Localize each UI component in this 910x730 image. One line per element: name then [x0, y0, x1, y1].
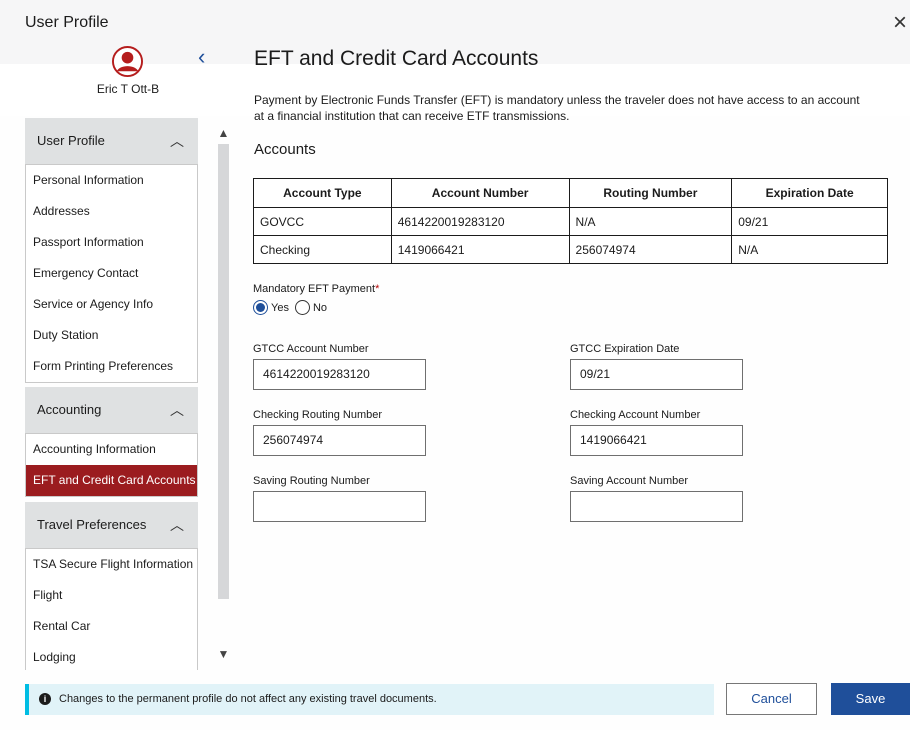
column-header-routing-number: Routing Number — [568, 178, 733, 208]
travel-preferences-list: TSA Secure Flight Information Flight Ren… — [25, 548, 198, 670]
checking-routing-input[interactable]: 256074974 — [253, 425, 426, 456]
sidebar: User Profile ︿ Personal Information Addr… — [25, 118, 198, 670]
saving-account-input[interactable] — [570, 491, 743, 522]
sidebar-item-duty-station[interactable]: Duty Station — [26, 320, 197, 351]
column-header-account-type: Account Type — [253, 178, 392, 208]
scroll-up-icon[interactable]: ▲ — [217, 126, 230, 140]
sidebar-item-service-agency-info[interactable]: Service or Agency Info — [26, 289, 197, 320]
profile-notice: i Changes to the permanent profile do not… — [25, 684, 714, 715]
gtcc-expiration-input[interactable]: 09/21 — [570, 359, 743, 390]
table-row: Checking 1419066421 256074974 N/A — [253, 235, 888, 264]
required-asterisk: * — [375, 283, 380, 295]
mandatory-eft-radio-group: Yes No — [253, 300, 333, 315]
sidebar-item-personal-information[interactable]: Personal Information — [26, 165, 197, 196]
mandatory-eft-label: Mandatory EFT Payment* — [253, 283, 379, 295]
sidebar-item-lodging[interactable]: Lodging — [26, 642, 197, 670]
close-icon[interactable]: × — [889, 10, 910, 36]
radio-no-label[interactable]: No — [313, 302, 327, 314]
chevron-up-icon: ︿ — [170, 402, 184, 418]
section-header-travel-preferences[interactable]: Travel Preferences ︿ — [25, 502, 198, 548]
table-cell: 256074974 — [568, 235, 733, 264]
sidebar-item-accounting-information[interactable]: Accounting Information — [26, 434, 197, 465]
scrollbar-thumb[interactable] — [218, 144, 229, 599]
sidebar-item-form-printing-preferences[interactable]: Form Printing Preferences — [26, 351, 197, 382]
column-header-expiration-date: Expiration Date — [731, 178, 888, 208]
table-cell: 09/21 — [731, 207, 888, 236]
table-row: GOVCC 4614220019283120 N/A 09/21 — [253, 207, 888, 236]
modal-title: User Profile — [25, 14, 109, 31]
page-title: EFT and Credit Card Accounts — [254, 47, 539, 70]
radio-no[interactable] — [294, 300, 310, 315]
radio-yes[interactable] — [253, 300, 268, 315]
sidebar-item-eft-credit-card-accounts[interactable]: EFT and Credit Card Accounts — [26, 465, 197, 496]
save-button[interactable]: Save — [831, 683, 910, 715]
saving-routing-input[interactable] — [253, 491, 426, 522]
user-profile-modal: User Profile × Eric T Ott-B ‹ User Profi… — [0, 0, 910, 730]
saving-routing-label: Saving Routing Number — [253, 475, 370, 487]
eft-description: Payment by Electronic Funds Transfer (EF… — [254, 93, 860, 123]
section-header-user-profile[interactable]: User Profile ︿ — [25, 118, 198, 164]
sidebar-item-rental-car[interactable]: Rental Car — [26, 611, 197, 642]
chevron-up-icon: ︿ — [170, 133, 184, 149]
accounting-list: Accounting Information EFT and Credit Ca… — [25, 433, 198, 497]
user-profile-list: Personal Information Addresses Passport … — [25, 164, 198, 383]
sidebar-item-tsa-secure-flight[interactable]: TSA Secure Flight Information — [26, 549, 197, 580]
gtcc-account-label: GTCC Account Number — [253, 343, 369, 355]
table-cell: 1419066421 — [390, 235, 570, 264]
scroll-down-icon[interactable]: ▼ — [217, 647, 230, 661]
table-header-row: Account Type Account Number Routing Numb… — [253, 178, 888, 208]
table-cell: GOVCC — [253, 207, 392, 236]
accounts-heading: Accounts — [254, 141, 316, 158]
sidebar-item-addresses[interactable]: Addresses — [26, 196, 197, 227]
chevron-up-icon: ︿ — [170, 517, 184, 533]
sidebar-item-emergency-contact[interactable]: Emergency Contact — [26, 258, 197, 289]
user-avatar-icon — [112, 46, 143, 77]
table-cell: N/A — [568, 207, 733, 236]
mandatory-eft-label-text: Mandatory EFT Payment — [253, 283, 376, 295]
back-chevron-icon[interactable]: ‹ — [198, 46, 214, 68]
accounts-table: Account Type Account Number Routing Numb… — [253, 178, 888, 264]
sidebar-item-passport-information[interactable]: Passport Information — [26, 227, 197, 258]
table-cell: N/A — [731, 235, 888, 264]
saving-account-label: Saving Account Number — [570, 475, 689, 487]
section-header-label: Travel Preferences — [37, 517, 147, 532]
section-header-accounting[interactable]: Accounting ︿ — [25, 387, 198, 433]
column-header-account-number: Account Number — [390, 178, 570, 208]
info-icon: i — [39, 693, 51, 706]
table-cell: 4614220019283120 — [390, 207, 570, 236]
cancel-button[interactable]: Cancel — [726, 683, 817, 715]
checking-account-label: Checking Account Number — [570, 409, 701, 421]
notice-text: Changes to the permanent profile do not … — [59, 693, 437, 705]
sidebar-scrollbar[interactable]: ▲ ▼ — [217, 126, 230, 669]
sidebar-item-flight[interactable]: Flight — [26, 580, 197, 611]
gtcc-expiration-label: GTCC Expiration Date — [570, 343, 680, 355]
section-header-label: Accounting — [37, 402, 102, 417]
gtcc-account-input[interactable]: 4614220019283120 — [253, 359, 426, 390]
checking-account-input[interactable]: 1419066421 — [570, 425, 743, 456]
table-cell: Checking — [253, 235, 392, 264]
radio-yes-label[interactable]: Yes — [271, 302, 289, 314]
section-header-label: User Profile — [37, 133, 105, 148]
user-name: Eric T Ott-B — [96, 82, 160, 96]
checking-routing-label: Checking Routing Number — [253, 409, 383, 421]
